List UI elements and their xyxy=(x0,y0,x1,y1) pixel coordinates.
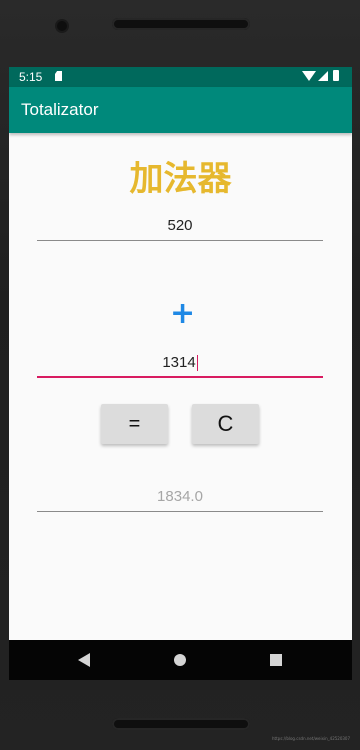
home-icon[interactable] xyxy=(174,654,186,666)
bottom-speaker xyxy=(112,718,250,730)
app-screen: 5:15 Totalizator 加法器 520 + 1314 = C 1834… xyxy=(9,67,352,680)
recents-icon[interactable] xyxy=(270,654,282,666)
second-number-input[interactable]: 1314 xyxy=(37,349,323,378)
sd-card-icon xyxy=(55,71,62,81)
top-speaker xyxy=(112,18,250,30)
app-bar: Totalizator xyxy=(9,87,352,133)
navigation-bar xyxy=(9,640,352,680)
front-camera xyxy=(57,21,67,31)
equals-button[interactable]: = xyxy=(101,404,168,444)
plus-operator: + xyxy=(170,296,196,331)
battery-icon xyxy=(333,70,339,81)
status-bar: 5:15 xyxy=(9,67,352,87)
phone-frame: 5:15 Totalizator 加法器 520 + 1314 = C 1834… xyxy=(0,0,360,750)
page-title: 加法器 xyxy=(129,159,232,199)
result-value: 1834.0 xyxy=(157,488,203,505)
signal-icon xyxy=(318,71,328,81)
back-icon[interactable] xyxy=(78,653,90,667)
result-field: 1834.0 xyxy=(37,483,323,512)
watermark-text: https://blog.csdn.net/weixin_42520307 xyxy=(272,736,351,741)
status-time: 5:15 xyxy=(19,70,43,84)
first-number-value: 520 xyxy=(167,217,193,234)
wifi-icon xyxy=(302,71,316,81)
second-number-value: 1314 xyxy=(162,354,196,371)
app-title: Totalizator xyxy=(21,100,99,119)
first-number-input[interactable]: 520 xyxy=(37,212,323,241)
text-cursor xyxy=(196,355,198,372)
clear-button[interactable]: C xyxy=(192,404,259,444)
